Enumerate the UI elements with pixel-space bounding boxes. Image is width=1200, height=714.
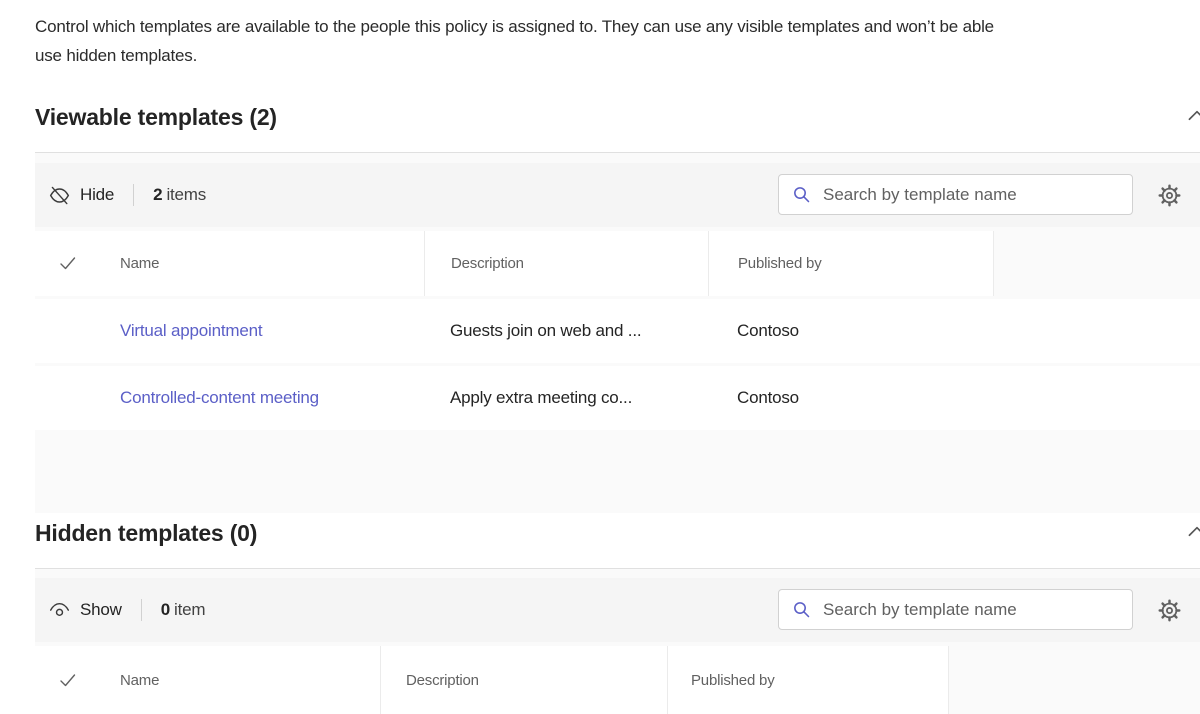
column-settings-button[interactable] — [1154, 180, 1184, 210]
chevron-up-icon — [1184, 519, 1200, 545]
policy-description: Control which templates are available to… — [35, 12, 1187, 70]
template-search — [778, 174, 1133, 215]
eye-off-icon — [48, 184, 71, 207]
template-description: Apply extra meeting co... — [424, 388, 708, 408]
column-settings-button[interactable] — [1154, 595, 1184, 625]
select-all-checkmark-icon[interactable] — [58, 254, 77, 273]
items-count: 2items — [153, 185, 206, 205]
search-icon — [791, 599, 812, 620]
template-publisher: Contoso — [708, 321, 993, 341]
viewable-toolbar: Hide 2items — [35, 163, 1200, 227]
collapse-section-button[interactable] — [1184, 519, 1200, 545]
viewable-templates-heading: Viewable templates (2) — [35, 104, 277, 131]
header-cell-name: Name — [35, 646, 380, 714]
header-cell-name: Name — [35, 231, 424, 296]
header-cell-filler — [993, 231, 1200, 296]
toolbar-separator — [141, 599, 142, 621]
chevron-up-icon — [1184, 103, 1200, 129]
toolbar-separator — [133, 184, 134, 206]
items-count-unit: items — [166, 185, 206, 204]
header-cell-published-by[interactable]: Published by — [667, 646, 948, 714]
template-name-link[interactable]: Controlled-content meeting — [35, 388, 319, 408]
show-button[interactable]: Show — [48, 599, 122, 622]
template-description: Guests join on web and ... — [424, 321, 708, 341]
header-cell-description[interactable]: Description — [380, 646, 667, 714]
items-count-unit: item — [174, 600, 205, 619]
search-icon — [791, 184, 812, 205]
templates-policy-panel: Control which templates are available to… — [0, 0, 1200, 714]
template-name-link[interactable]: Virtual appointment — [35, 321, 262, 341]
hidden-table-header: Name Description Published by — [35, 646, 1200, 714]
description-line-1: Control which templates are available to… — [35, 17, 994, 36]
description-line-2: use hidden templates. — [35, 46, 197, 65]
hidden-toolbar: Show 0item — [35, 578, 1200, 642]
header-cell-published-by[interactable]: Published by — [708, 231, 993, 296]
search-input[interactable] — [821, 589, 1132, 630]
header-cell-description[interactable]: Description — [424, 231, 708, 296]
search-input[interactable] — [821, 174, 1132, 215]
hide-button[interactable]: Hide — [48, 184, 114, 207]
items-count: 0item — [161, 600, 206, 620]
select-all-checkmark-icon[interactable] — [58, 671, 77, 690]
collapse-section-button[interactable] — [1184, 103, 1200, 129]
items-count-value: 2 — [153, 185, 162, 204]
show-button-label: Show — [80, 600, 122, 620]
table-row[interactable]: Virtual appointment Guests join on web a… — [35, 299, 1200, 363]
eye-icon — [48, 599, 71, 622]
template-search — [778, 589, 1133, 630]
column-header-label[interactable]: Name — [35, 255, 159, 272]
table-row[interactable]: Controlled-content meeting Apply extra m… — [35, 366, 1200, 430]
viewable-table-header: Name Description Published by — [35, 231, 1200, 296]
header-cell-filler — [948, 646, 1200, 714]
column-header-label[interactable]: Name — [35, 672, 159, 689]
hidden-templates-heading: Hidden templates (0) — [35, 520, 257, 547]
template-publisher: Contoso — [708, 388, 993, 408]
gear-icon — [1156, 597, 1183, 624]
gear-icon — [1156, 182, 1183, 209]
hide-button-label: Hide — [80, 185, 114, 205]
items-count-value: 0 — [161, 600, 170, 619]
